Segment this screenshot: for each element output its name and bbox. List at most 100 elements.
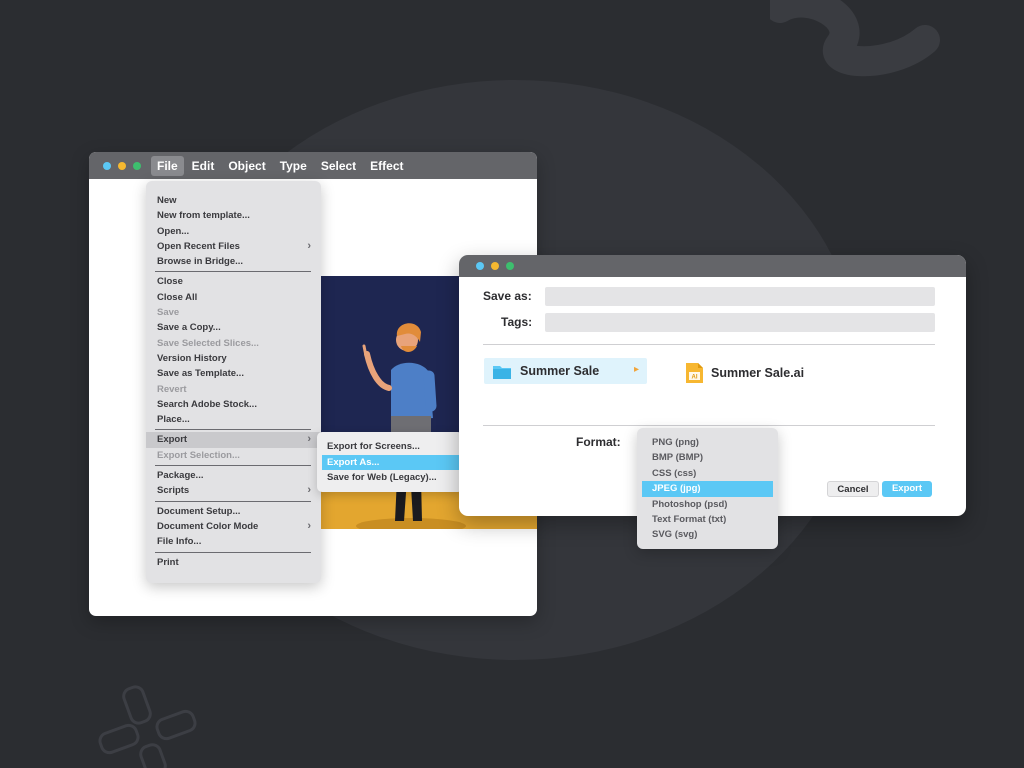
format-option-photoshop-psd[interactable]: Photoshop (psd) bbox=[637, 497, 778, 512]
menu-file[interactable]: File bbox=[151, 155, 184, 176]
folder-icon bbox=[493, 365, 511, 379]
dialog-close-dot[interactable] bbox=[476, 262, 484, 270]
menu-item-label: Print bbox=[157, 556, 179, 568]
format-option-jpeg-jpg[interactable]: JPEG (jpg) bbox=[642, 481, 773, 497]
menu-item-label: Open Recent Files bbox=[157, 240, 240, 252]
dialog-zoom-dot[interactable] bbox=[506, 262, 514, 270]
file-menu-item-place[interactable]: Place... bbox=[146, 412, 321, 427]
format-option-text-format-txt[interactable]: Text Format (txt) bbox=[637, 512, 778, 527]
background-s-shape bbox=[770, 0, 940, 77]
format-option-svg-svg[interactable]: SVG (svg) bbox=[637, 527, 778, 542]
file-menu-item-close[interactable]: Close bbox=[146, 274, 321, 289]
format-option-png-png[interactable]: PNG (png) bbox=[637, 435, 778, 450]
menu-edit[interactable]: Edit bbox=[186, 156, 221, 176]
menu-item-label: File Info... bbox=[157, 536, 202, 548]
menu-item-label: Version History bbox=[157, 352, 227, 364]
menu-item-label: Revert bbox=[157, 383, 187, 395]
menu-separator bbox=[155, 465, 311, 467]
menu-item-label: Save Selected Slices... bbox=[157, 337, 259, 349]
file-menu-item-open-recent-files[interactable]: Open Recent Files › bbox=[146, 239, 321, 254]
file-label: Summer Sale.ai bbox=[711, 366, 805, 380]
file-menu-dropdown: New New from template... Open... Open Recen… bbox=[146, 181, 321, 583]
menu-item-label: Package... bbox=[157, 470, 204, 482]
file-menu-item-new-from-template[interactable]: New from template... bbox=[146, 208, 321, 223]
file-menu-item-document-color-mode[interactable]: Document Color Mode › bbox=[146, 519, 321, 534]
dialog-divider-top bbox=[483, 344, 935, 345]
file-menu-item-export-selection: Export Selection... bbox=[146, 448, 321, 463]
menu-item-label: Document Color Mode bbox=[157, 520, 259, 532]
menu-item-label: Document Setup... bbox=[157, 505, 241, 517]
dialog-divider-bottom bbox=[483, 425, 935, 426]
menu-item-label: Search Adobe Stock... bbox=[157, 398, 257, 410]
export-item-export-for-screens[interactable]: Export for Screens... bbox=[317, 439, 463, 455]
tags-label: Tags: bbox=[501, 315, 533, 329]
menu-item-label: New from template... bbox=[157, 210, 250, 222]
file-menu-item-print[interactable]: Print bbox=[146, 555, 321, 570]
file-menu-item-revert: Revert bbox=[146, 382, 321, 397]
menu-separator bbox=[155, 500, 311, 502]
save-as-input[interactable] bbox=[545, 287, 935, 306]
menu-separator bbox=[155, 551, 311, 553]
file-menu-item-save-a-copy[interactable]: Save a Copy... bbox=[146, 320, 321, 335]
file-menu-item-export[interactable]: Export › bbox=[146, 432, 321, 448]
menu-item-label: Close bbox=[157, 276, 183, 288]
menubar: File Edit Object Type Select Effect bbox=[151, 155, 412, 176]
dialog-titlebar bbox=[459, 255, 966, 277]
menu-type[interactable]: Type bbox=[274, 156, 313, 176]
menu-object[interactable]: Object bbox=[222, 156, 271, 176]
menu-item-label: Close All bbox=[157, 291, 198, 303]
menu-item-label: New bbox=[157, 195, 177, 206]
menu-effect[interactable]: Effect bbox=[364, 156, 409, 176]
file-menu-item-close-all[interactable]: Close All bbox=[146, 290, 321, 305]
menu-item-label: Export bbox=[157, 434, 188, 446]
menu-item-label: Save a Copy... bbox=[157, 322, 221, 334]
format-dropdown: PNG (png) BMP (BMP) CSS (css) JPEG (jpg) Pho… bbox=[637, 428, 778, 549]
file-menu-item-scripts[interactable]: Scripts › bbox=[146, 483, 321, 498]
format-option-bmp-bmp[interactable]: BMP (BMP) bbox=[637, 450, 778, 465]
export-item-save-for-web-legacy[interactable]: Save for Web (Legacy)... bbox=[317, 470, 463, 486]
menu-separator bbox=[155, 429, 311, 431]
export-button[interactable]: Export bbox=[882, 481, 932, 497]
ai-file-icon: AI bbox=[686, 363, 703, 383]
menu-item-label: Export Selection... bbox=[157, 449, 240, 461]
save-as-label: Save as: bbox=[483, 289, 532, 303]
folder-summer-sale[interactable]: Summer Sale ▸ bbox=[484, 358, 647, 384]
dialog-minimize-dot[interactable] bbox=[491, 262, 499, 270]
chevron-right-icon: › bbox=[307, 519, 311, 532]
file-menu-item-save: Save bbox=[146, 305, 321, 320]
folder-label: Summer Sale bbox=[520, 364, 600, 378]
background-cross-shape bbox=[98, 685, 197, 768]
file-summer-sale-ai[interactable]: AI Summer Sale.ai bbox=[685, 362, 804, 384]
format-option-css-css[interactable]: CSS (css) bbox=[637, 466, 778, 481]
window-zoom-dot[interactable] bbox=[133, 161, 141, 170]
tags-input[interactable] bbox=[545, 313, 935, 332]
file-menu-item-open[interactable]: Open... bbox=[146, 224, 321, 239]
export-submenu: Export for Screens... Export As... Save fo… bbox=[317, 432, 463, 492]
menu-item-label: Browse in Bridge... bbox=[157, 256, 244, 268]
menu-item-label: Scripts bbox=[157, 485, 190, 497]
file-menu-item-file-info[interactable]: File Info... bbox=[146, 534, 321, 549]
menu-separator bbox=[155, 271, 311, 273]
menu-item-label: Open... bbox=[157, 225, 190, 237]
format-label: Format: bbox=[576, 435, 621, 449]
menu-item-label: Save bbox=[157, 307, 180, 319]
file-menu-item-package[interactable]: Package... bbox=[146, 468, 321, 483]
window-minimize-dot[interactable] bbox=[118, 161, 126, 170]
ai-file-icon-text: AI bbox=[692, 375, 698, 381]
chevron-right-icon: › bbox=[307, 239, 311, 252]
export-item-export-as[interactable]: Export As... bbox=[322, 454, 463, 470]
app-titlebar: File Edit Object Type Select Effect bbox=[89, 152, 537, 179]
file-menu-item-search-adobe-stock[interactable]: Search Adobe Stock... bbox=[146, 397, 321, 412]
chevron-right-icon: › bbox=[307, 433, 311, 446]
file-menu-item-new[interactable]: New bbox=[146, 193, 321, 208]
file-menu-item-save-selected-slices: Save Selected Slices... bbox=[146, 336, 321, 351]
menu-select[interactable]: Select bbox=[315, 156, 362, 176]
cancel-button[interactable]: Cancel bbox=[827, 481, 879, 497]
menu-item-label: Place... bbox=[157, 414, 190, 426]
file-menu-item-document-setup[interactable]: Document Setup... bbox=[146, 504, 321, 519]
file-menu-item-browse-in-bridge[interactable]: Browse in Bridge... bbox=[146, 254, 321, 269]
chevron-right-icon: › bbox=[307, 484, 311, 497]
file-menu-item-save-as-template[interactable]: Save as Template... bbox=[146, 366, 321, 381]
file-menu-item-version-history[interactable]: Version History bbox=[146, 351, 321, 366]
window-close-dot[interactable] bbox=[103, 161, 111, 170]
